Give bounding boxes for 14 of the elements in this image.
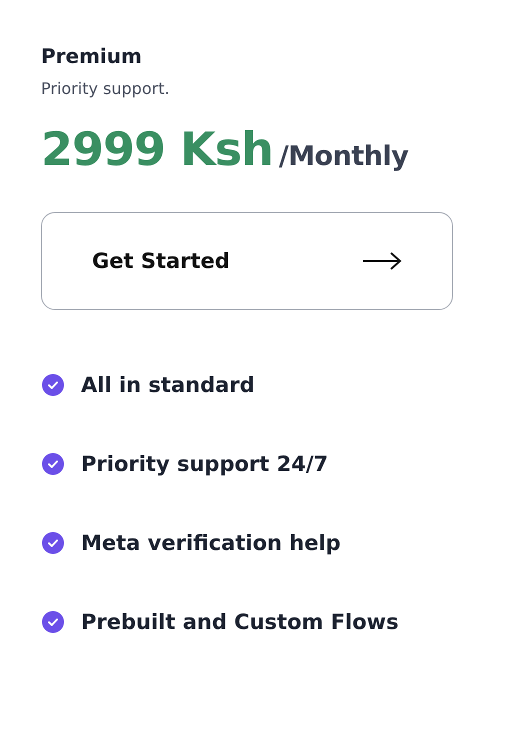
feature-text: Priority support 24/7 bbox=[81, 451, 328, 478]
price: 2999 Ksh bbox=[41, 122, 273, 176]
plan-description: Priority support. bbox=[41, 78, 171, 100]
get-started-button[interactable]: Get Started bbox=[41, 212, 453, 310]
check-circle-icon bbox=[42, 374, 64, 396]
check-circle-icon bbox=[42, 611, 64, 633]
check-circle-icon bbox=[42, 532, 64, 554]
feature-text: Prebuilt and Custom Flows bbox=[81, 609, 399, 636]
plan-name: Premium bbox=[41, 43, 143, 70]
feature-text: Meta verification help bbox=[81, 530, 341, 557]
billing-period: /Monthly bbox=[278, 141, 408, 172]
feature-text: All in standard bbox=[81, 372, 255, 399]
check-circle-icon bbox=[42, 453, 64, 475]
arrow-right-icon bbox=[362, 251, 402, 271]
